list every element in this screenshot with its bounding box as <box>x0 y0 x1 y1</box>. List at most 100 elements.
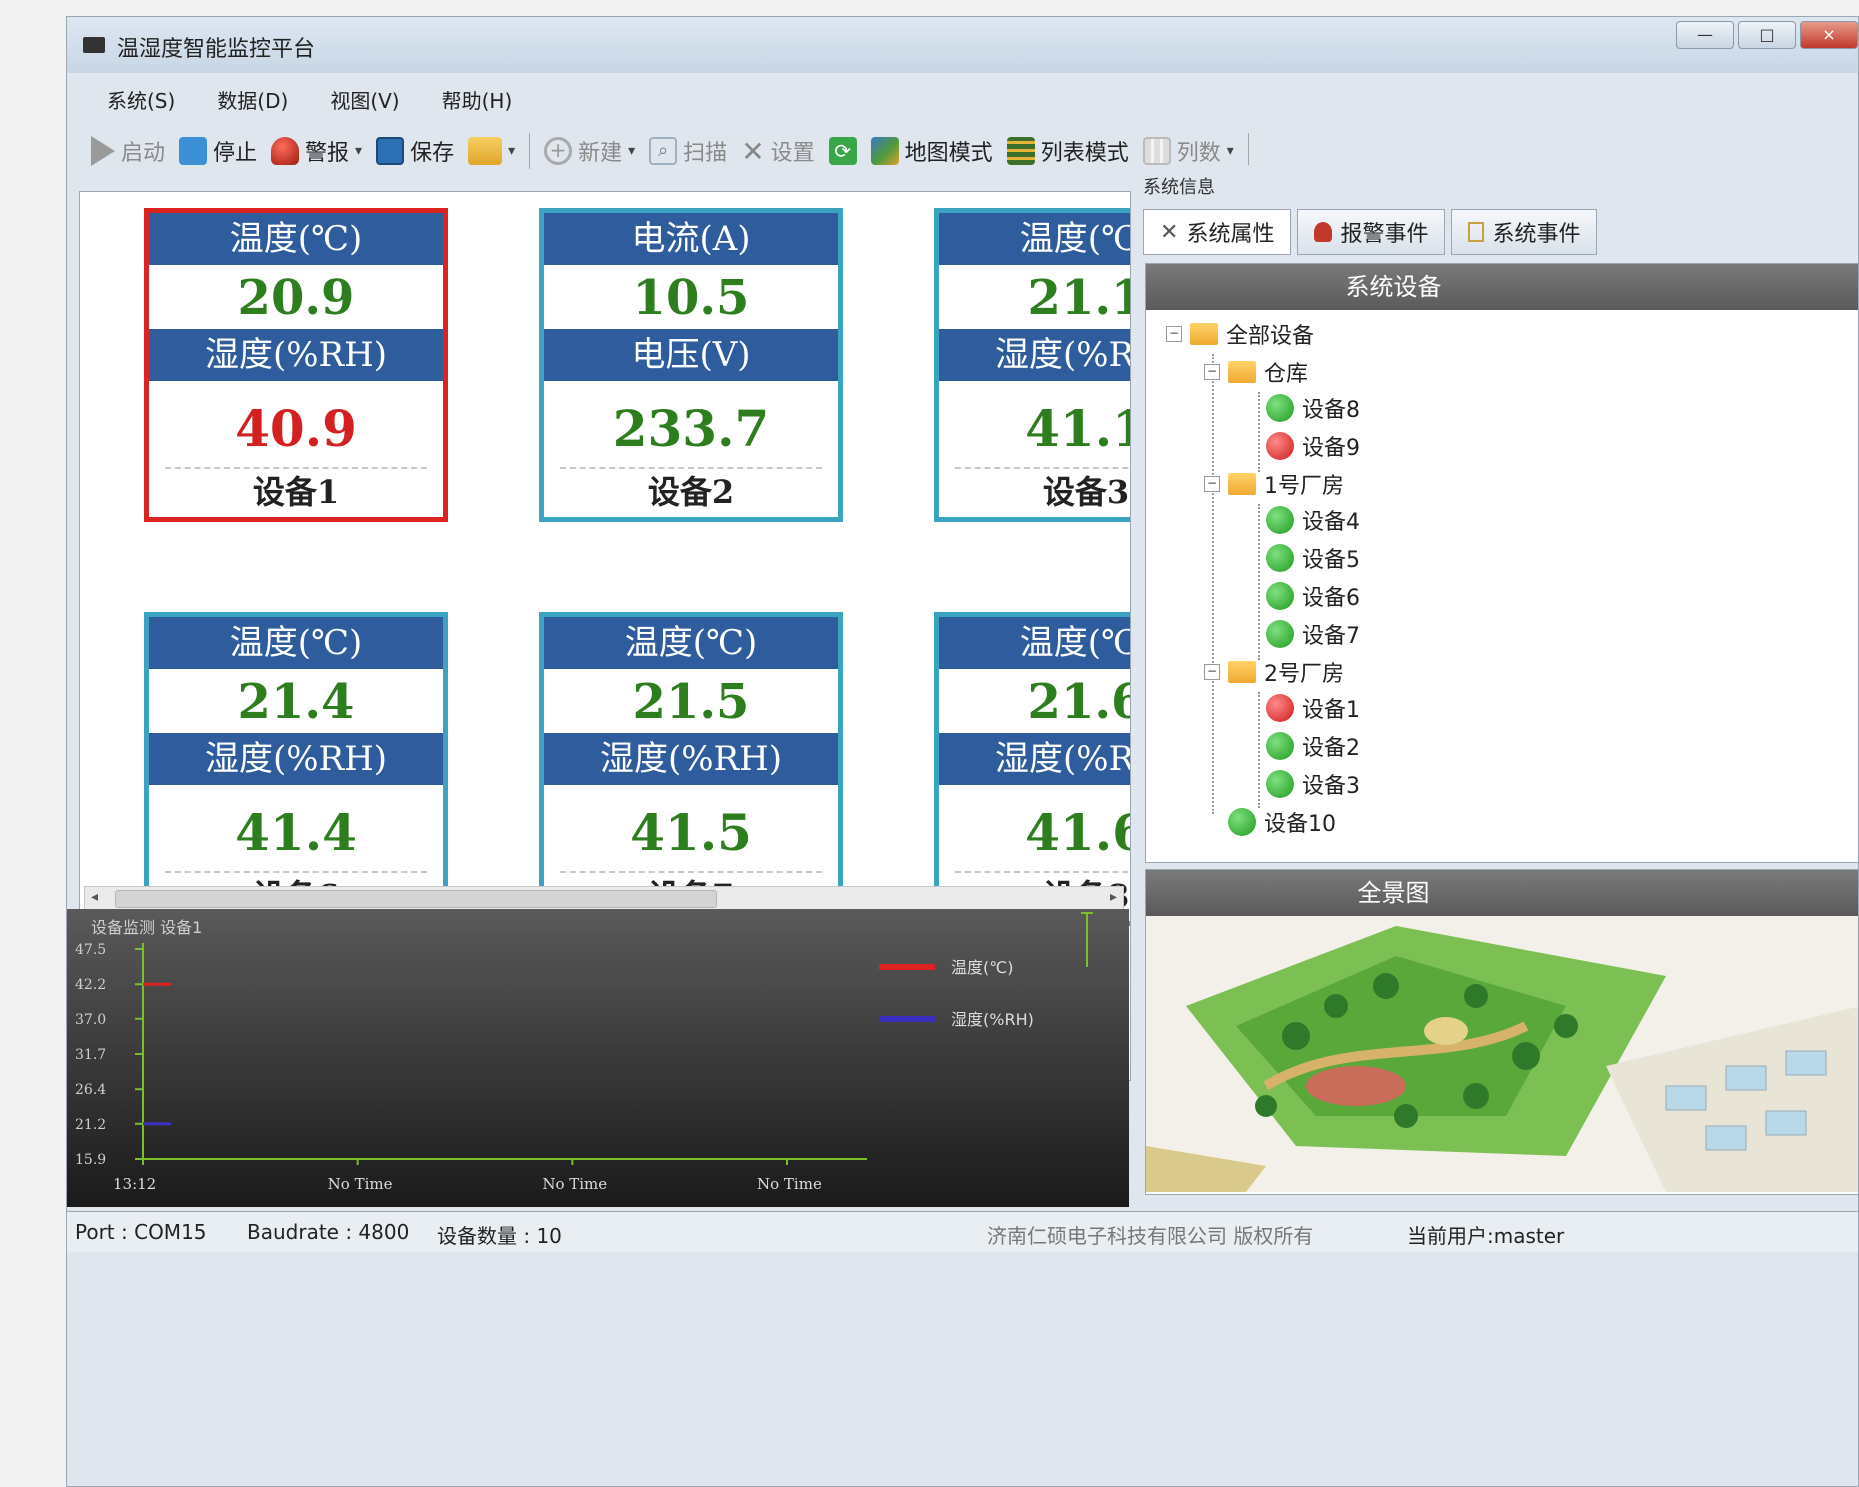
tree-node-warehouse[interactable]: − 仓库 <box>1204 356 1308 388</box>
tree-node-device[interactable]: 设备1 <box>1266 692 1360 724</box>
menu-view[interactable]: 视图(V) <box>330 85 399 114</box>
trend-chart-svg: 设备监测 设备1 47.5 42.2 37.0 31.7 26.4 21.2 15.9 13:1… <box>75 912 1093 1193</box>
panel-tabs: ✕ 系统属性 报警事件 系统事件 <box>1143 209 1598 255</box>
card-top-label: 温度(℃) <box>544 617 838 669</box>
device-tree: − 全部设备 − 仓库 设备8 设备9 − 1号厂房 设备4 设备5 设备6 设… <box>1146 310 1858 837</box>
tree-node-device[interactable]: 设备4 <box>1266 504 1360 536</box>
play-icon <box>91 136 115 166</box>
y-tick-label: 42.2 <box>75 977 106 993</box>
settings-button[interactable]: ✕ 设置 <box>741 135 814 168</box>
magnifier-icon: ⌕ <box>649 137 678 165</box>
device-tree-panel: 系统设备 − 全部设备 − 仓库 设备8 设备9 − 1号厂房 设备4 设备5 … <box>1145 263 1858 863</box>
scroll-left-icon[interactable]: ◂ <box>91 889 98 905</box>
device-card[interactable]: 温度(℃) 21.6 湿度(%RH) 41.6 设备8 <box>934 612 1130 926</box>
scan-button[interactable]: ⌕ 扫描 <box>649 135 727 167</box>
maximize-button[interactable]: □ <box>1738 21 1796 49</box>
device-card[interactable]: 温度(℃) 21.5 湿度(%RH) 41.5 设备7 <box>539 612 843 926</box>
tree-node-workshop-2[interactable]: − 2号厂房 <box>1204 656 1344 688</box>
document-icon <box>1468 222 1485 242</box>
status-current-user: 当前用户:master <box>1407 1224 1565 1248</box>
save-disk-icon <box>376 137 405 165</box>
card-bottom-label: 湿度(%RH) <box>939 733 1130 785</box>
device-card[interactable]: 温度(℃) 21.1 湿度(%RH) 41.1 设备3 <box>934 208 1130 522</box>
device-card[interactable]: 温度(℃) 21.4 湿度(%RH) 41.4 设备6 <box>144 612 448 926</box>
card-bottom-value: 233.7 <box>612 399 770 458</box>
collapse-icon[interactable]: − <box>1166 326 1182 342</box>
y-tick-label: 21.2 <box>75 1117 106 1133</box>
panorama-header: 全景图 <box>1146 870 1858 916</box>
dropdown-arrow-icon[interactable]: ▾ <box>628 143 635 159</box>
folder-icon <box>1228 361 1256 383</box>
x-tick-label: No Time <box>542 1175 607 1193</box>
tree-node-device[interactable]: 设备7 <box>1266 618 1360 650</box>
system-info-panel: 系统信息 ✕ 系统属性 报警事件 系统事件 系统设备 − 全部设备 − 仓库 设… <box>1131 165 1858 1211</box>
y-tick-label: 37.0 <box>75 1012 106 1028</box>
status-baudrate: Baudrate : 4800 <box>247 1220 410 1244</box>
tree-node-device[interactable]: 设备5 <box>1266 542 1360 574</box>
status-device-count: 设备数量 : 10 <box>437 1224 562 1248</box>
app-window: 温湿度智能监控平台 — □ × 系统(S) 数据(D) 视图(V) 帮助(H) … <box>66 16 1859 1487</box>
collapse-icon[interactable]: − <box>1204 664 1220 680</box>
refresh-icon: ⟳ <box>828 137 857 165</box>
status-bar: Port : COM15 Baudrate : 4800 设备数量 : 10 济… <box>67 1211 1858 1252</box>
dropdown-arrow-icon[interactable]: ▾ <box>1227 143 1234 159</box>
status-online-icon <box>1266 732 1294 760</box>
card-top-label: 温度(℃) <box>939 617 1130 669</box>
tree-node-device[interactable]: 设备8 <box>1266 392 1360 424</box>
tree-node-all-devices[interactable]: − 全部设备 <box>1166 318 1314 350</box>
horizontal-scrollbar[interactable]: ◂ ▸ <box>84 886 1124 910</box>
dropdown-arrow-icon[interactable]: ▾ <box>508 143 515 159</box>
card-bottom-label: 湿度(%RH) <box>149 733 443 785</box>
card-bottom-label: 电压(V) <box>544 329 838 381</box>
refresh-button[interactable]: ⟳ <box>828 137 857 165</box>
legend-label: 温度(℃) <box>951 958 1013 977</box>
window-controls: — □ × <box>1676 21 1858 49</box>
card-top-value: 20.9 <box>237 270 355 326</box>
device-card[interactable]: 电流(A) 10.5 电压(V) 233.7 设备2 <box>539 208 843 522</box>
tree-node-device[interactable]: 设备2 <box>1266 730 1360 762</box>
tree-node-device[interactable]: 设备6 <box>1266 580 1360 612</box>
tools-icon: ✕ <box>741 134 765 168</box>
stop-icon <box>179 137 208 165</box>
collapse-icon[interactable]: − <box>1204 364 1220 380</box>
minimize-button[interactable]: — <box>1676 21 1734 49</box>
card-bottom-value: 41.6 <box>1025 803 1130 862</box>
y-tick-label: 31.7 <box>75 1047 106 1063</box>
toolbar-separator <box>529 133 531 169</box>
tab-system-properties[interactable]: ✕ 系统属性 <box>1143 209 1292 255</box>
panel-title: 系统信息 <box>1143 177 1215 198</box>
tree-node-device[interactable]: 设备3 <box>1266 768 1360 800</box>
list-mode-button[interactable]: 列表模式 <box>1006 135 1129 167</box>
scroll-right-icon[interactable]: ▸ <box>1110 889 1117 905</box>
close-button[interactable]: × <box>1800 21 1858 49</box>
tree-node-device[interactable]: 设备10 <box>1228 806 1336 838</box>
new-button[interactable]: + 新建 ▾ <box>544 135 635 167</box>
x-tick-label: No Time <box>328 1175 393 1193</box>
tab-alarm-events[interactable]: 报警事件 <box>1297 209 1446 255</box>
tree-node-workshop-1[interactable]: − 1号厂房 <box>1204 468 1344 500</box>
device-card[interactable]: 温度(℃) 20.9 湿度(%RH) 40.9 设备1 <box>144 208 448 522</box>
collapse-icon[interactable]: − <box>1204 476 1220 492</box>
tree-node-device[interactable]: 设备9 <box>1266 430 1360 462</box>
menu-help[interactable]: 帮助(H) <box>442 85 513 114</box>
dropdown-arrow-icon[interactable]: ▾ <box>355 143 362 159</box>
card-bottom-value: 41.4 <box>235 803 357 862</box>
columns-button[interactable]: 列数 ▾ <box>1142 135 1234 167</box>
card-top-label: 温度(℃) <box>939 213 1130 265</box>
menu-data[interactable]: 数据(D) <box>217 85 288 114</box>
menu-system[interactable]: 系统(S) <box>107 85 175 114</box>
card-top-label: 温度(℃) <box>149 617 443 669</box>
folder-icon <box>1228 473 1256 495</box>
card-top-label: 电流(A) <box>544 213 838 265</box>
folder-icon <box>1228 661 1256 683</box>
open-folder-button[interactable]: ▾ <box>468 137 515 165</box>
map-mode-button[interactable]: 地图模式 <box>870 135 993 167</box>
start-button[interactable]: 启动 <box>91 135 165 167</box>
save-button[interactable]: 保存 <box>376 135 454 167</box>
stop-button[interactable]: 停止 <box>179 135 257 167</box>
alarm-button[interactable]: 警报 ▾ <box>271 135 362 167</box>
device-tree-header: 系统设备 <box>1146 264 1858 310</box>
tab-system-events[interactable]: 系统事件 <box>1451 209 1598 255</box>
panorama-map-image[interactable] <box>1146 916 1858 1192</box>
scrollbar-thumb[interactable] <box>115 890 717 908</box>
